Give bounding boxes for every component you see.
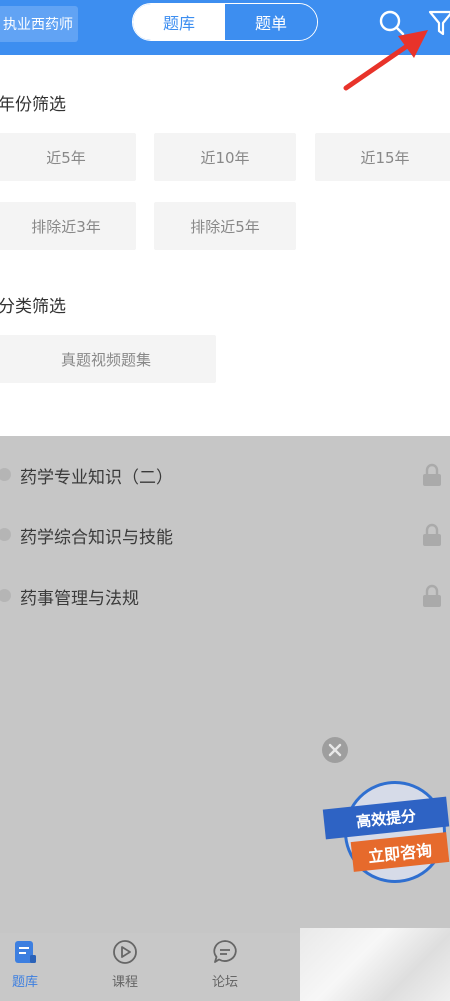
tab-switch: 题库 题单: [132, 3, 318, 41]
lock-icon: [423, 523, 441, 546]
nav-label: 题库: [11, 975, 38, 990]
nav-item-courses[interactable]: 课程: [95, 933, 155, 1001]
subject-row[interactable]: 药学专业知识（二）: [0, 455, 450, 495]
filter-chip-recent-10-years[interactable]: 近10年: [154, 133, 296, 181]
close-promo-button[interactable]: [322, 737, 348, 763]
subject-label: 药学专业知识（二）: [20, 468, 173, 488]
filter-chip-recent-5-years[interactable]: 近5年: [0, 133, 136, 181]
filter-chip-exclude-3-years[interactable]: 排除近3年: [0, 202, 136, 250]
nav-item-forum[interactable]: 论坛: [195, 933, 255, 1001]
tab-question-list[interactable]: 题单: [225, 4, 317, 40]
filter-chip-recent-15-years[interactable]: 近15年: [315, 133, 450, 181]
close-icon: [328, 743, 342, 757]
bullet-icon: [0, 468, 11, 481]
nav-label: 课程: [111, 975, 138, 990]
subject-row[interactable]: 药事管理与法规: [0, 576, 450, 616]
exam-selector-button[interactable]: 执业西药师: [0, 6, 78, 42]
bullet-icon: [0, 528, 11, 541]
filter-chip-exclude-5-years[interactable]: 排除近5年: [154, 202, 296, 250]
subject-label: 药学综合知识与技能: [20, 528, 173, 548]
filter-chip-video-questions[interactable]: 真题视频题集: [0, 335, 216, 383]
subject-row[interactable]: 药学综合知识与技能: [0, 515, 450, 555]
chat-bubble-icon: [213, 940, 237, 963]
play-circle-icon: [113, 940, 137, 964]
lock-icon: [423, 584, 441, 607]
blurred-region: [300, 928, 450, 1001]
year-filter-title: 年份筛选: [0, 95, 66, 115]
tab-question-bank[interactable]: 题库: [133, 4, 225, 40]
nav-item-question-bank[interactable]: 题库: [0, 933, 55, 1001]
lock-icon: [423, 463, 441, 486]
bullet-icon: [0, 589, 11, 602]
consult-promo-badge[interactable]: 高效提分 立即咨询: [322, 777, 450, 892]
category-filter-title: 分类筛选: [0, 297, 66, 317]
nav-label: 论坛: [211, 975, 238, 990]
annotation-arrow-icon: [343, 30, 428, 91]
question-bank-icon: [15, 941, 36, 963]
subject-label: 药事管理与法规: [20, 589, 139, 609]
